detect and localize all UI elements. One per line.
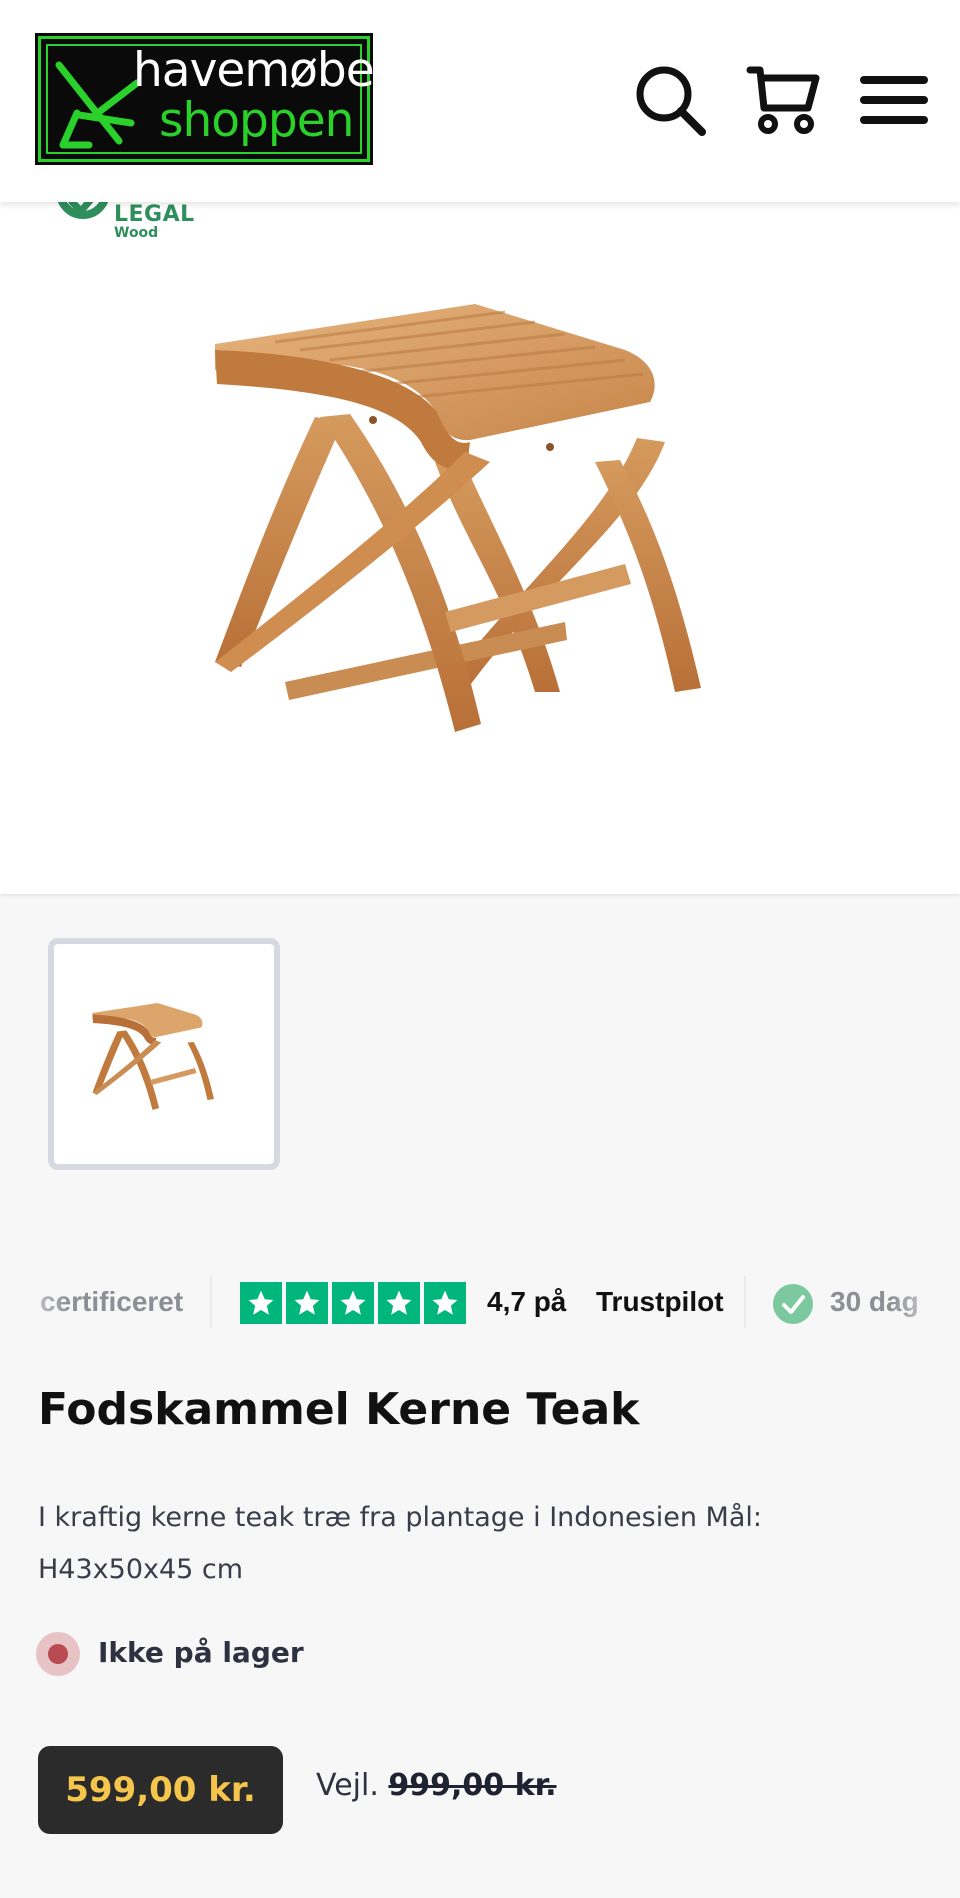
product-description: I kraftig kerne teak træ fra plantage i … — [38, 1502, 762, 1585]
star-icon — [378, 1282, 420, 1324]
product-photo — [215, 304, 701, 732]
product-thumbnail[interactable] — [48, 938, 280, 1170]
trustpilot-stars[interactable] — [240, 1282, 466, 1324]
fade-right — [890, 1268, 960, 1338]
divider — [744, 1276, 746, 1328]
star-icon — [424, 1282, 466, 1324]
star-icon — [286, 1282, 328, 1324]
stock-indicator-icon — [36, 1632, 80, 1676]
cart-icon[interactable] — [746, 62, 822, 138]
recommended-price: Vejl. 999,00 kr. — [316, 1768, 556, 1803]
price-value: 599,00 kr. — [65, 1770, 256, 1810]
price-badge: 599,00 kr. — [38, 1746, 283, 1834]
trust-bar: certificeret 4,7 på Trustpilot 30 dag — [0, 1268, 960, 1338]
badge-subtitle: Wood — [114, 225, 159, 241]
divider — [210, 1276, 212, 1328]
product-image-area[interactable]: LEGAL Wood — [0, 192, 960, 894]
product-title: Fodskammel Kerne Teak — [38, 1384, 640, 1435]
stock-label: Ikke på lager — [98, 1636, 304, 1669]
thumbnail-photo — [92, 1003, 214, 1110]
rrp-value: 999,00 kr. — [388, 1768, 557, 1803]
check-circle-icon — [773, 1284, 813, 1324]
site-header: havemøbel shoppen — [0, 0, 960, 202]
logo-text-primary: havemøbel — [133, 43, 387, 98]
site-logo[interactable]: havemøbel shoppen — [35, 33, 387, 165]
rrp-label: Vejl. — [316, 1768, 379, 1803]
fade-left — [0, 1268, 70, 1338]
star-icon — [240, 1282, 282, 1324]
trustpilot-rating: 4,7 på — [487, 1286, 567, 1317]
star-icon — [332, 1282, 374, 1324]
badge-title: LEGAL — [114, 202, 195, 227]
menu-icon[interactable] — [856, 62, 932, 138]
logo-text-secondary: shoppen — [159, 93, 354, 148]
trustpilot-label[interactable]: Trustpilot — [596, 1286, 724, 1318]
search-icon[interactable] — [632, 62, 708, 138]
